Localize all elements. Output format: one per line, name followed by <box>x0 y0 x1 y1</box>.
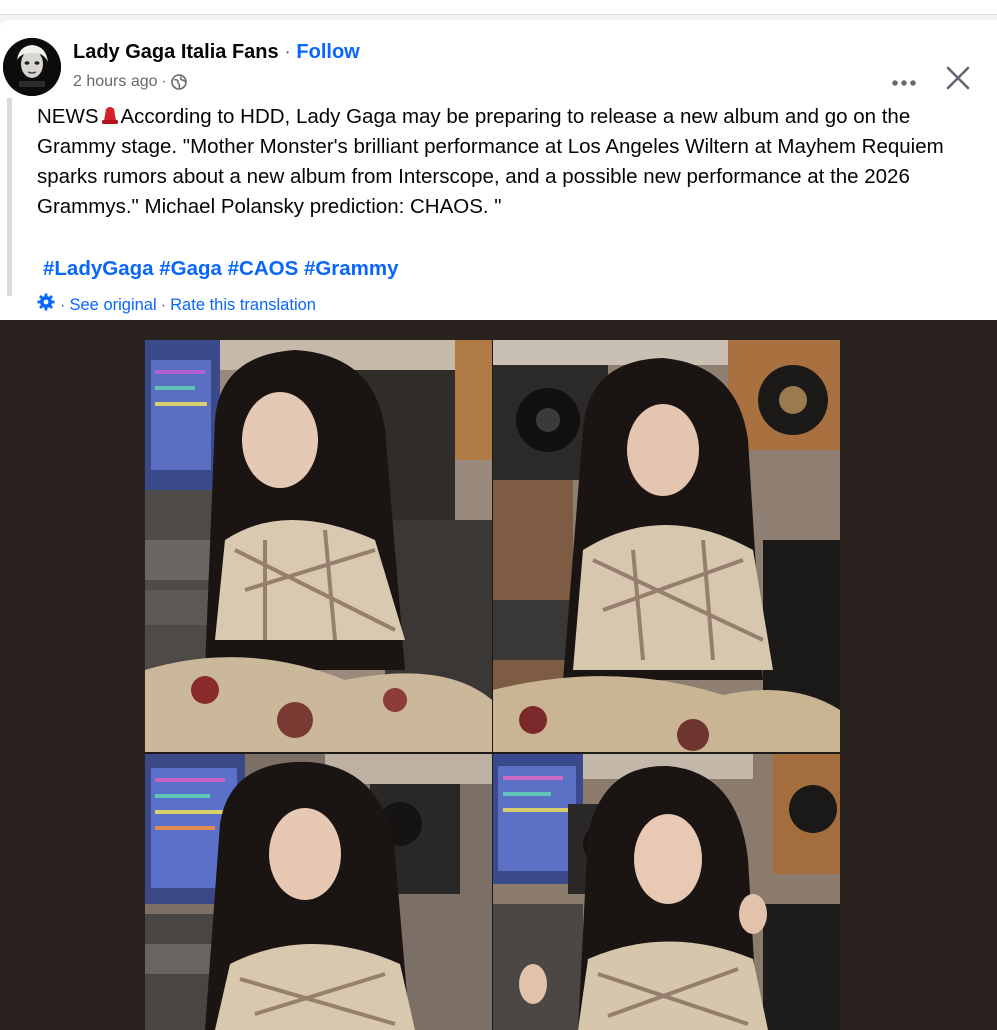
translation-separator: · <box>160 296 167 314</box>
author-avatar[interactable] <box>3 38 61 96</box>
more-horizontal-icon <box>891 74 917 92</box>
post-body: NEWS According to HDD, Lady Gaga may be … <box>37 102 982 222</box>
post-media[interactable] <box>0 320 997 1030</box>
name-separator: · <box>284 41 291 63</box>
meta-separator: · <box>161 73 167 90</box>
close-button[interactable] <box>940 62 976 98</box>
post-card: Lady Gaga Italia Fans · Follow 2 hours a… <box>0 20 997 1030</box>
hashtag-row: #LadyGaga #Gaga #CAOS #Grammy <box>43 254 399 284</box>
see-original-link[interactable]: See original <box>70 294 157 316</box>
red-hat-emoji <box>100 104 120 126</box>
close-icon <box>946 66 970 95</box>
post-text-rest: According to HDD, Lady Gaga may be prepa… <box>37 105 944 218</box>
post-text-start: NEWS <box>37 105 99 128</box>
hashtag-link[interactable]: #Grammy <box>304 257 399 280</box>
translation-bar: · See original · Rate this translation <box>36 292 316 318</box>
follow-button[interactable]: Follow <box>296 41 359 63</box>
quote-bar <box>7 98 12 296</box>
hashtag-link[interactable]: #CAOS <box>228 257 299 280</box>
author-name[interactable]: Lady Gaga Italia Fans <box>73 41 279 63</box>
more-options-button[interactable] <box>885 68 923 98</box>
hashtag-link[interactable]: #LadyGaga <box>43 257 154 280</box>
studio-interview-photo-3[interactable] <box>145 754 492 1030</box>
author-line: Lady Gaga Italia Fans · Follow <box>73 40 360 64</box>
hashtag-link[interactable]: #Gaga <box>159 257 222 280</box>
globe-icon[interactable] <box>171 74 187 90</box>
studio-interview-photo-2[interactable] <box>493 340 840 752</box>
translation-separator: · <box>60 296 66 314</box>
top-strip <box>0 0 997 15</box>
rate-translation-link[interactable]: Rate this translation <box>170 294 316 316</box>
studio-interview-photo-1[interactable] <box>145 340 492 752</box>
studio-interview-photo-4[interactable] <box>493 754 840 1030</box>
post-timestamp[interactable]: 2 hours ago <box>73 72 158 92</box>
gear-icon[interactable] <box>36 292 56 318</box>
post-meta: 2 hours ago · <box>73 72 187 92</box>
photo-collage[interactable] <box>145 340 840 1030</box>
